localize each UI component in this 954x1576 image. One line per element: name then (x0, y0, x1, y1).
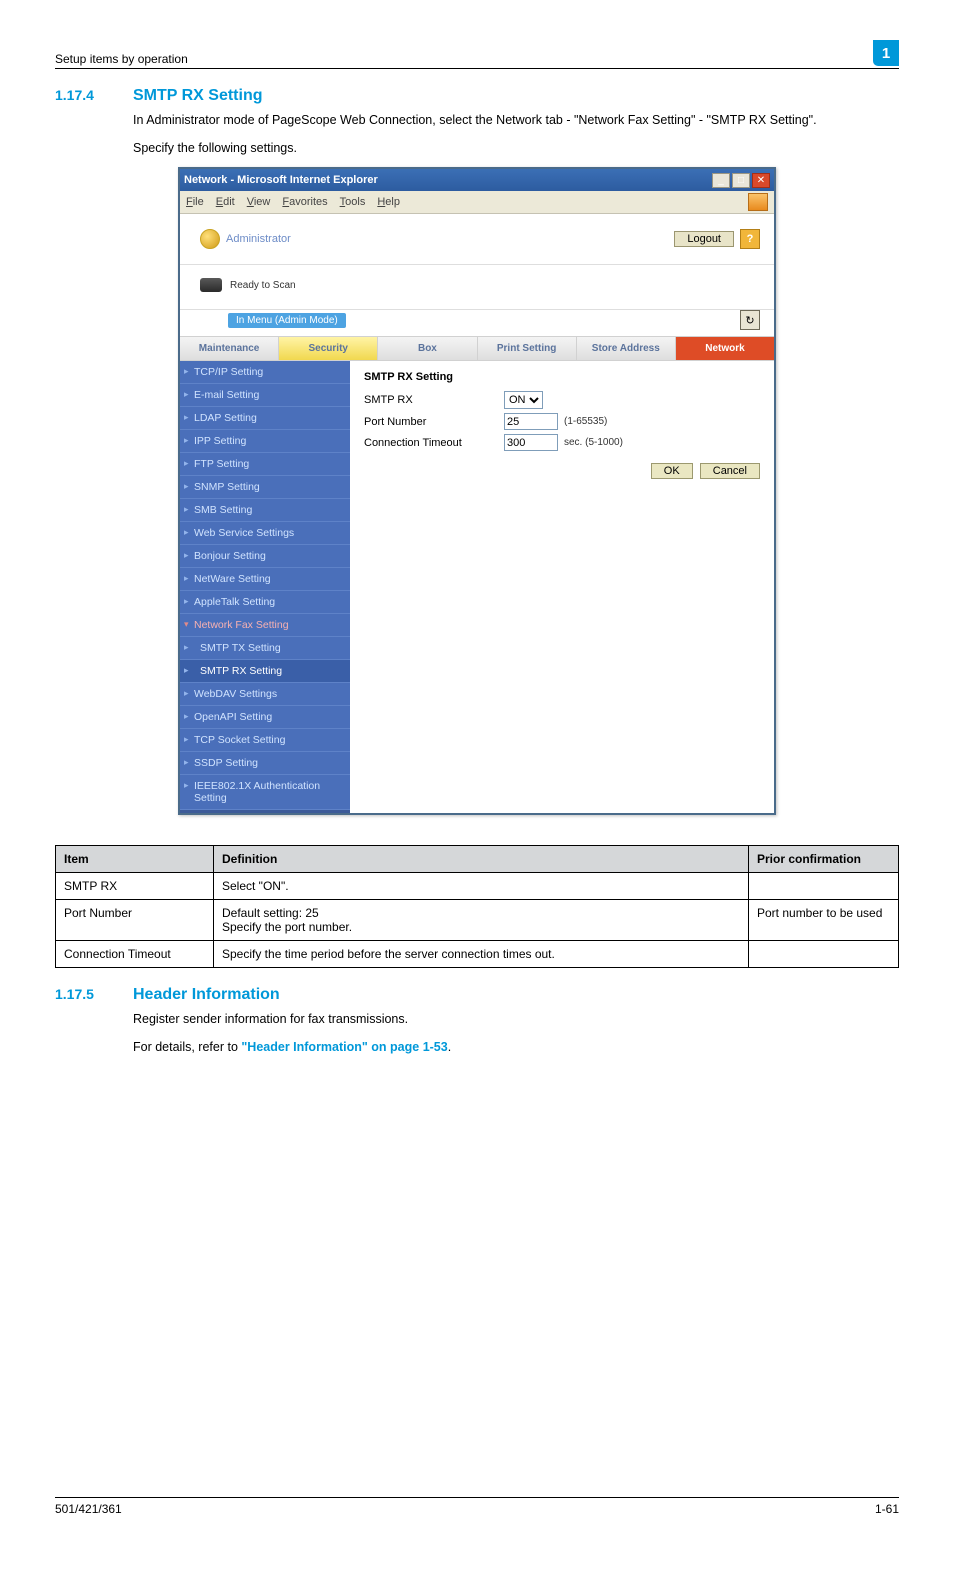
tab-maintenance[interactable]: Maintenance (180, 336, 279, 361)
ie-logo-icon (748, 193, 768, 211)
sidebar-item[interactable]: TCP Socket Setting (180, 729, 350, 752)
sidebar-item[interactable]: IEEE802.1X Authentication Setting (180, 775, 350, 810)
text-span: . (448, 1040, 451, 1054)
sidebar-item[interactable]: AppleTalk Setting (180, 591, 350, 614)
section-heading: 1.17.5 Header Information (55, 986, 899, 1004)
sidebar-subitem[interactable]: SMTP RX Setting (180, 660, 350, 683)
section-paragraph: For details, refer to "Header Informatio… (133, 1038, 899, 1056)
tab-print-setting[interactable]: Print Setting (478, 336, 577, 361)
text-span: For details, refer to (133, 1040, 241, 1054)
settings-pane: SMTP RX Setting SMTP RX ON Port Number (… (350, 361, 774, 813)
sidebar-item[interactable]: Network Fax Setting (180, 614, 350, 637)
cancel-button[interactable]: Cancel (700, 463, 760, 479)
table-cell: Select "ON". (214, 873, 749, 900)
status-text: Ready to Scan (230, 280, 296, 291)
form-hint: sec. (5-1000) (564, 437, 623, 448)
table-cell: SMTP RX (56, 873, 214, 900)
section-paragraph: Register sender information for fax tran… (133, 1010, 899, 1028)
table-cell: Port Number (56, 900, 214, 941)
menu-item[interactable]: File (186, 196, 204, 208)
section-heading: 1.17.4 SMTP RX Setting (55, 87, 899, 105)
timeout-input[interactable] (504, 434, 558, 451)
tab-security[interactable]: Security (279, 336, 378, 361)
menu-item[interactable]: Edit (216, 196, 235, 208)
menu-bar: File Edit View Favorites Tools Help (180, 191, 774, 214)
sidebar-subitem[interactable]: SMTP TX Setting (180, 637, 350, 660)
sidebar-item[interactable]: SNMP Setting (180, 476, 350, 499)
definition-table: Item Definition Prior confirmation SMTP … (55, 845, 899, 968)
sidebar-item[interactable]: Bonjour Setting (180, 545, 350, 568)
port-input[interactable] (504, 413, 558, 430)
tab-network[interactable]: Network (676, 336, 774, 361)
section-number: 1.17.4 (55, 87, 115, 103)
menu-item[interactable]: View (247, 196, 271, 208)
form-label: Connection Timeout (364, 437, 504, 449)
sidebar-item[interactable]: NetWare Setting (180, 568, 350, 591)
section-number: 1.17.5 (55, 986, 115, 1002)
tab-store-address[interactable]: Store Address (577, 336, 676, 361)
sidebar: TCP/IP Setting E-mail Setting LDAP Setti… (180, 361, 350, 813)
table-cell: Default setting: 25 Specify the port num… (214, 900, 749, 941)
sidebar-item[interactable]: LDAP Setting (180, 407, 350, 430)
form-label: Port Number (364, 416, 504, 428)
sidebar-item[interactable]: E-mail Setting (180, 384, 350, 407)
sidebar-item[interactable]: SMB Setting (180, 499, 350, 522)
form-label: SMTP RX (364, 394, 504, 406)
menu-item[interactable]: Favorites (282, 196, 327, 208)
smtprx-select[interactable]: ON (504, 391, 543, 409)
sidebar-item[interactable]: TCP/IP Setting (180, 361, 350, 384)
chapter-badge: 1 (873, 40, 899, 66)
minimize-icon[interactable]: _ (712, 173, 730, 188)
embedded-screenshot: Network - Microsoft Internet Explorer _ … (178, 167, 776, 815)
logout-button[interactable]: Logout (674, 231, 734, 247)
scanner-icon (200, 278, 222, 292)
page-header: Setup items by operation 1 (55, 40, 899, 69)
sidebar-item[interactable]: SSDP Setting (180, 752, 350, 775)
tab-strip: Maintenance Security Box Print Setting S… (180, 336, 774, 361)
menu-item[interactable]: Help (377, 196, 400, 208)
footer-right: 1-61 (875, 1502, 899, 1516)
table-row: Connection Timeout Specify the time peri… (56, 941, 899, 968)
window-titlebar: Network - Microsoft Internet Explorer _ … (180, 169, 774, 191)
admin-label: Administrator (226, 233, 291, 245)
form-hint: (1-65535) (564, 416, 607, 427)
table-cell: Specify the time period before the serve… (214, 941, 749, 968)
footer-left: 501/421/361 (55, 1502, 122, 1516)
sidebar-item[interactable]: Web Service Settings (180, 522, 350, 545)
table-header: Prior confirmation (749, 846, 899, 873)
section-paragraph: In Administrator mode of PageScope Web C… (133, 111, 899, 129)
close-icon[interactable]: ✕ (752, 173, 770, 188)
sidebar-item[interactable]: FTP Setting (180, 453, 350, 476)
table-row: SMTP RX Select "ON". (56, 873, 899, 900)
table-cell: Port number to be used (749, 900, 899, 941)
tab-box[interactable]: Box (378, 336, 477, 361)
menu-item[interactable]: Tools (340, 196, 366, 208)
table-cell: Connection Timeout (56, 941, 214, 968)
help-icon[interactable]: ? (740, 229, 760, 249)
header-breadcrumb: Setup items by operation (55, 52, 188, 66)
page-footer: 501/421/361 1-61 (55, 1497, 899, 1516)
maximize-icon[interactable]: □ (732, 173, 750, 188)
section-title: Header Information (133, 986, 280, 1004)
sidebar-item[interactable]: OpenAPI Setting (180, 706, 350, 729)
cross-reference-link[interactable]: "Header Information" on page 1-53 (241, 1040, 447, 1054)
section-title: SMTP RX Setting (133, 87, 263, 105)
table-cell (749, 941, 899, 968)
table-header: Definition (214, 846, 749, 873)
admin-icon (200, 229, 220, 249)
table-row: Port Number Default setting: 25 Specify … (56, 900, 899, 941)
sidebar-item[interactable]: IPP Setting (180, 430, 350, 453)
section-paragraph: Specify the following settings. (133, 139, 899, 157)
ok-button[interactable]: OK (651, 463, 693, 479)
table-header: Item (56, 846, 214, 873)
mode-banner: In Menu (Admin Mode) (228, 313, 346, 328)
sidebar-item[interactable]: WebDAV Settings (180, 683, 350, 706)
pane-title: SMTP RX Setting (364, 371, 760, 383)
refresh-icon[interactable]: ↻ (740, 310, 760, 330)
table-cell (749, 873, 899, 900)
window-title: Network - Microsoft Internet Explorer (184, 174, 378, 186)
